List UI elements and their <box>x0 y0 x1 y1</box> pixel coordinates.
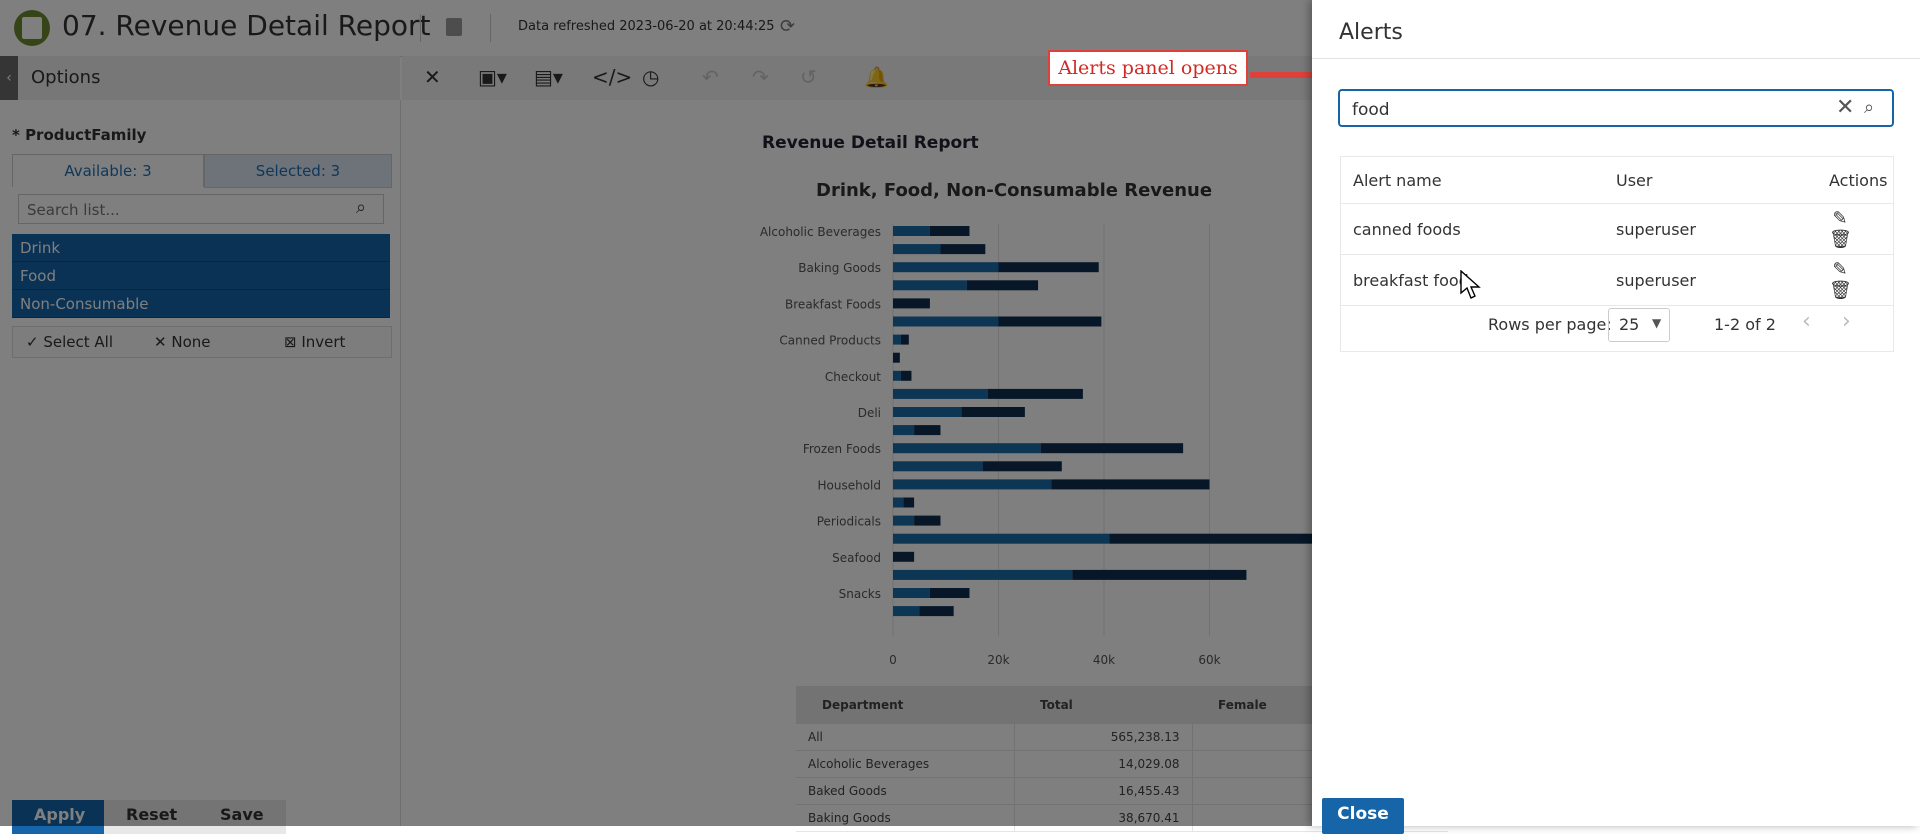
edit-pencil-icon[interactable]: ✎ <box>1829 259 1851 280</box>
column-alert-name[interactable]: Alert name <box>1340 156 1604 204</box>
column-user[interactable]: User <box>1604 156 1817 204</box>
alert-row[interactable]: canned foods superuser ✎🗑 <box>1340 203 1894 255</box>
alert-user: superuser <box>1604 203 1817 255</box>
alerts-search-input[interactable] <box>1350 95 1824 125</box>
callout-annotation: Alerts panel opens <box>1048 50 1248 86</box>
chevron-down-icon: ▼ <box>1652 316 1662 330</box>
delete-trash-icon[interactable]: 🗑 <box>1829 280 1852 301</box>
close-button[interactable]: Close <box>1322 798 1404 834</box>
edit-pencil-icon[interactable]: ✎ <box>1829 208 1851 229</box>
alerts-title: Alerts <box>1339 20 1403 45</box>
alert-user: superuser <box>1604 254 1817 306</box>
search-icon[interactable]: ⌕ <box>1864 97 1874 118</box>
alert-actions: ✎🗑 <box>1817 254 1894 306</box>
rows-per-page-label: Rows per page: <box>1488 315 1612 334</box>
alert-actions: ✎🗑 <box>1817 203 1894 255</box>
alerts-search-box <box>1338 89 1894 127</box>
alert-row[interactable]: breakfast food superuser ✎🗑 <box>1340 254 1894 306</box>
alerts-divider <box>1312 58 1920 59</box>
alerts-table: Alert name User Actions canned foods sup… <box>1340 156 1894 306</box>
modal-backdrop[interactable] <box>0 0 1312 826</box>
column-actions: Actions <box>1817 156 1894 204</box>
mouse-cursor-icon <box>1460 270 1481 299</box>
clear-search-icon[interactable]: ✕ <box>1836 95 1854 120</box>
page-range: 1-2 of 2 <box>1714 315 1776 334</box>
alerts-header-row: Alert name User Actions <box>1340 156 1894 204</box>
previous-page-icon[interactable]: ‹ <box>1802 309 1811 334</box>
next-page-icon[interactable]: › <box>1842 309 1851 334</box>
alert-name: canned foods <box>1340 203 1604 255</box>
delete-trash-icon[interactable]: 🗑 <box>1829 229 1852 250</box>
